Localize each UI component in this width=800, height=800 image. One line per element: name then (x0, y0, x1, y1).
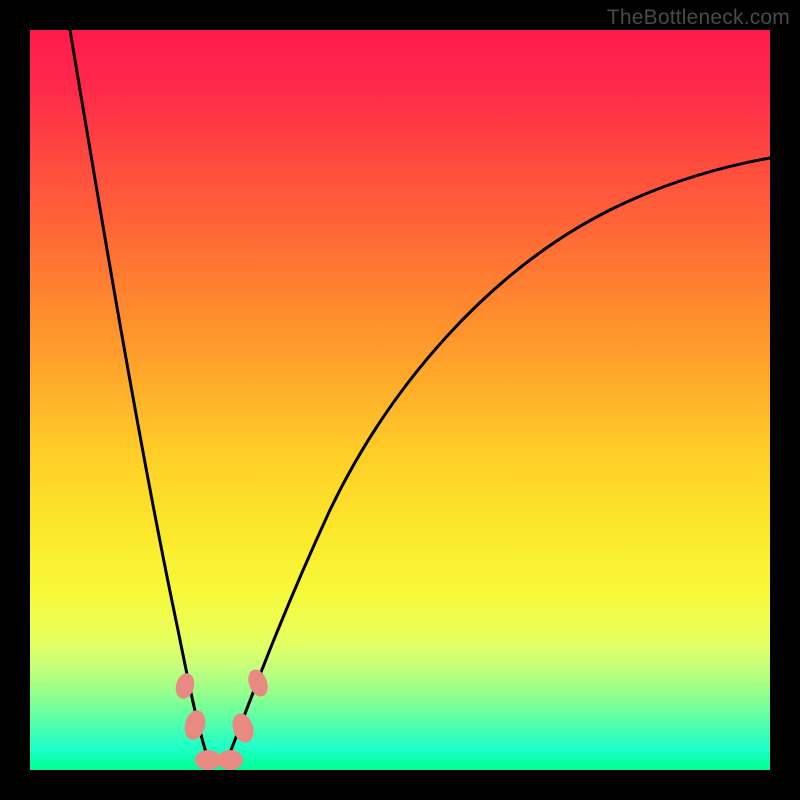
outer-frame: TheBottleneck.com (0, 0, 800, 800)
plot-area (30, 30, 770, 770)
marker-blobs (173, 667, 271, 770)
chart-svg (30, 30, 770, 770)
blob-left-upper (173, 671, 197, 701)
curve-right-branch (225, 158, 770, 765)
watermark-text: TheBottleneck.com (607, 6, 790, 30)
blob-right-lower (229, 711, 257, 746)
curve-left-branch (70, 30, 210, 765)
blob-bottom-2 (217, 750, 243, 770)
blob-right-upper (245, 667, 271, 699)
blob-left-lower (182, 708, 209, 742)
